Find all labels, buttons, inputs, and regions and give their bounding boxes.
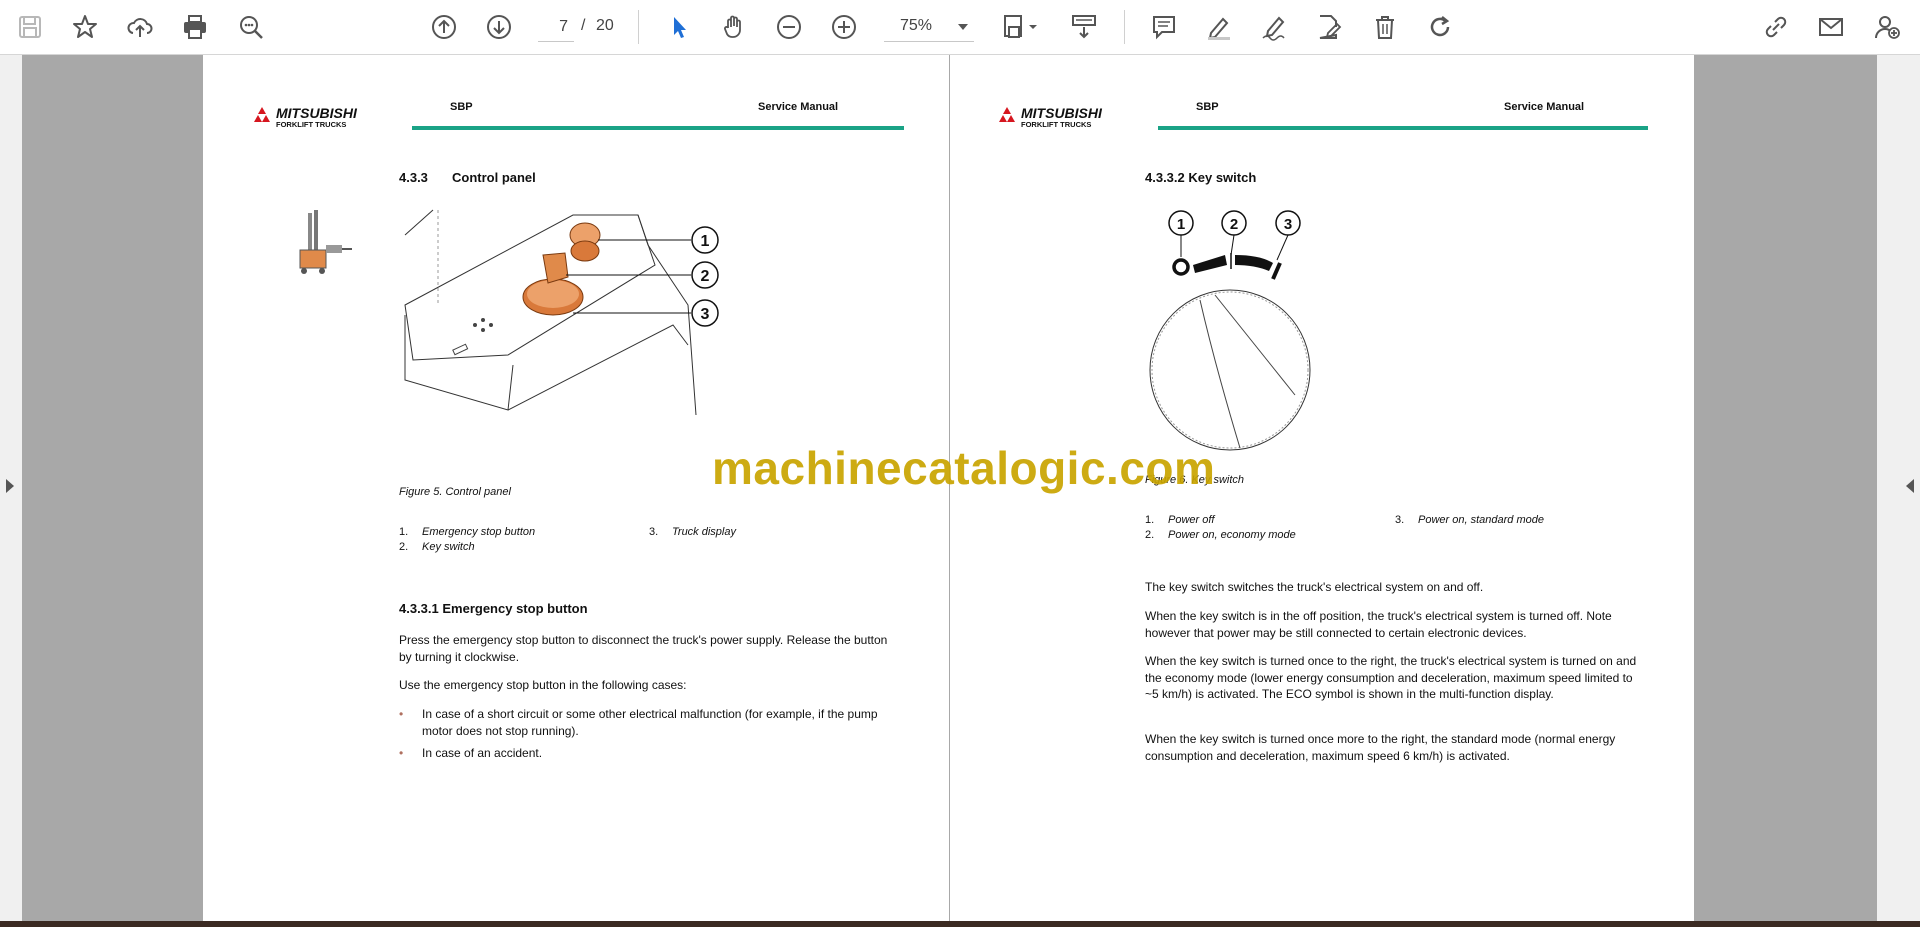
bullet-item: • In case of an accident.	[399, 746, 543, 760]
select-cursor-icon[interactable]	[661, 9, 697, 45]
callout-1: 1	[701, 233, 710, 250]
email-icon[interactable]	[1813, 9, 1849, 45]
bullet-item: • In case of a short circuit or some othe…	[399, 707, 878, 738]
svg-text:MITSUBISHI: MITSUBISHI	[1021, 105, 1103, 121]
legend-item: 1. Power off	[1145, 514, 1215, 526]
paragraph: When the key switch is turned once more …	[1145, 732, 1616, 763]
callout-2: 2	[701, 268, 710, 285]
star-icon[interactable]	[67, 9, 103, 45]
toolbar-divider	[1124, 10, 1125, 44]
zoom-select[interactable]: 75%	[884, 12, 974, 42]
expand-right-icon[interactable]	[1906, 479, 1914, 493]
callout-1: 1	[1177, 216, 1185, 233]
add-user-icon[interactable]	[1869, 9, 1905, 45]
watermark-text: machinecatalogic.com	[712, 442, 1216, 494]
callout-3: 3	[701, 306, 710, 323]
control-panel-figure: 1 2 3	[404, 209, 719, 416]
draw-signature-icon[interactable]	[1256, 9, 1292, 45]
comment-icon[interactable]	[1146, 9, 1182, 45]
chevron-down-icon	[958, 24, 968, 30]
header-accent-line	[1158, 126, 1648, 130]
toolbar: / 20 75%	[0, 0, 1920, 55]
legend-item: 1. Emergency stop button	[399, 526, 536, 538]
subsection-title: 4.3.3.1 Emergency stop button	[399, 601, 588, 616]
page-number-input[interactable]	[538, 12, 574, 42]
header-model: SBP	[450, 101, 473, 113]
delete-icon[interactable]	[1367, 9, 1403, 45]
legend-item: 3. Power on, standard mode	[1395, 514, 1544, 526]
logo-subtext: FORKLIFT TRUCKS	[276, 120, 346, 129]
right-panel-toggle[interactable]	[1877, 55, 1920, 927]
taskbar-edge	[0, 921, 1920, 927]
section-title: 4.3.3.2 Key switch	[1145, 170, 1257, 185]
legend-item: 2. Key switch	[399, 541, 475, 553]
header-manual-title: Service Manual	[758, 101, 839, 113]
rotate-icon[interactable]	[1422, 9, 1458, 45]
scroll-mode-icon[interactable]	[1066, 9, 1102, 45]
logo-text: MITSUBISHI	[276, 105, 358, 121]
header-accent-line	[412, 126, 904, 130]
page-total: 20	[596, 17, 614, 34]
legend-item: 2. Power on, economy mode	[1145, 529, 1296, 541]
page-separator: /	[581, 17, 586, 34]
callout-2: 2	[1230, 216, 1238, 233]
callout-3: 3	[1284, 216, 1292, 233]
zoom-out-icon[interactable]	[771, 9, 807, 45]
toolbar-divider	[638, 10, 639, 44]
legend-item: 3. Truck display	[649, 526, 736, 538]
svg-text:FORKLIFT TRUCKS: FORKLIFT TRUCKS	[1021, 120, 1091, 129]
header-model: SBP	[1196, 101, 1219, 113]
mitsubishi-logo: MITSUBISHI FORKLIFT TRUCKS	[999, 105, 1103, 129]
edit-pdf-icon[interactable]	[1311, 9, 1347, 45]
key-switch-figure: 1 2 3	[1149, 210, 1311, 451]
zoom-search-icon[interactable]	[233, 9, 269, 45]
page-up-icon[interactable]	[426, 9, 462, 45]
mitsubishi-logo: MITSUBISHI FORKLIFT TRUCKS	[254, 105, 358, 129]
forklift-thumbnail-image	[299, 210, 352, 274]
share-link-icon[interactable]	[1758, 9, 1794, 45]
zoom-in-icon[interactable]	[826, 9, 862, 45]
section-title: Control panel	[452, 170, 536, 185]
header-manual-title: Service Manual	[1504, 101, 1585, 113]
save-icon[interactable]	[12, 9, 48, 45]
paragraph: When the key switch is turned once to th…	[1145, 654, 1637, 701]
zoom-value: 75%	[900, 17, 933, 34]
page-down-icon[interactable]	[481, 9, 517, 45]
hand-icon[interactable]	[716, 9, 752, 45]
paragraph: When the key switch is in the off positi…	[1145, 609, 1612, 640]
paragraph: Press the emergency stop button to disco…	[399, 633, 888, 664]
cloud-upload-icon[interactable]	[122, 9, 158, 45]
paragraph: The key switch switches the truck's elec…	[1145, 580, 1484, 594]
paragraph: Use the emergency stop button in the fol…	[399, 678, 687, 692]
section-number: 4.3.3	[399, 170, 428, 185]
figure-caption: Figure 5. Control panel	[399, 486, 511, 498]
print-icon[interactable]	[177, 9, 213, 45]
highlight-pen-icon[interactable]	[1201, 9, 1237, 45]
expand-left-icon[interactable]	[6, 479, 14, 493]
fit-page-icon[interactable]	[996, 9, 1046, 45]
left-panel-toggle[interactable]	[0, 55, 22, 927]
